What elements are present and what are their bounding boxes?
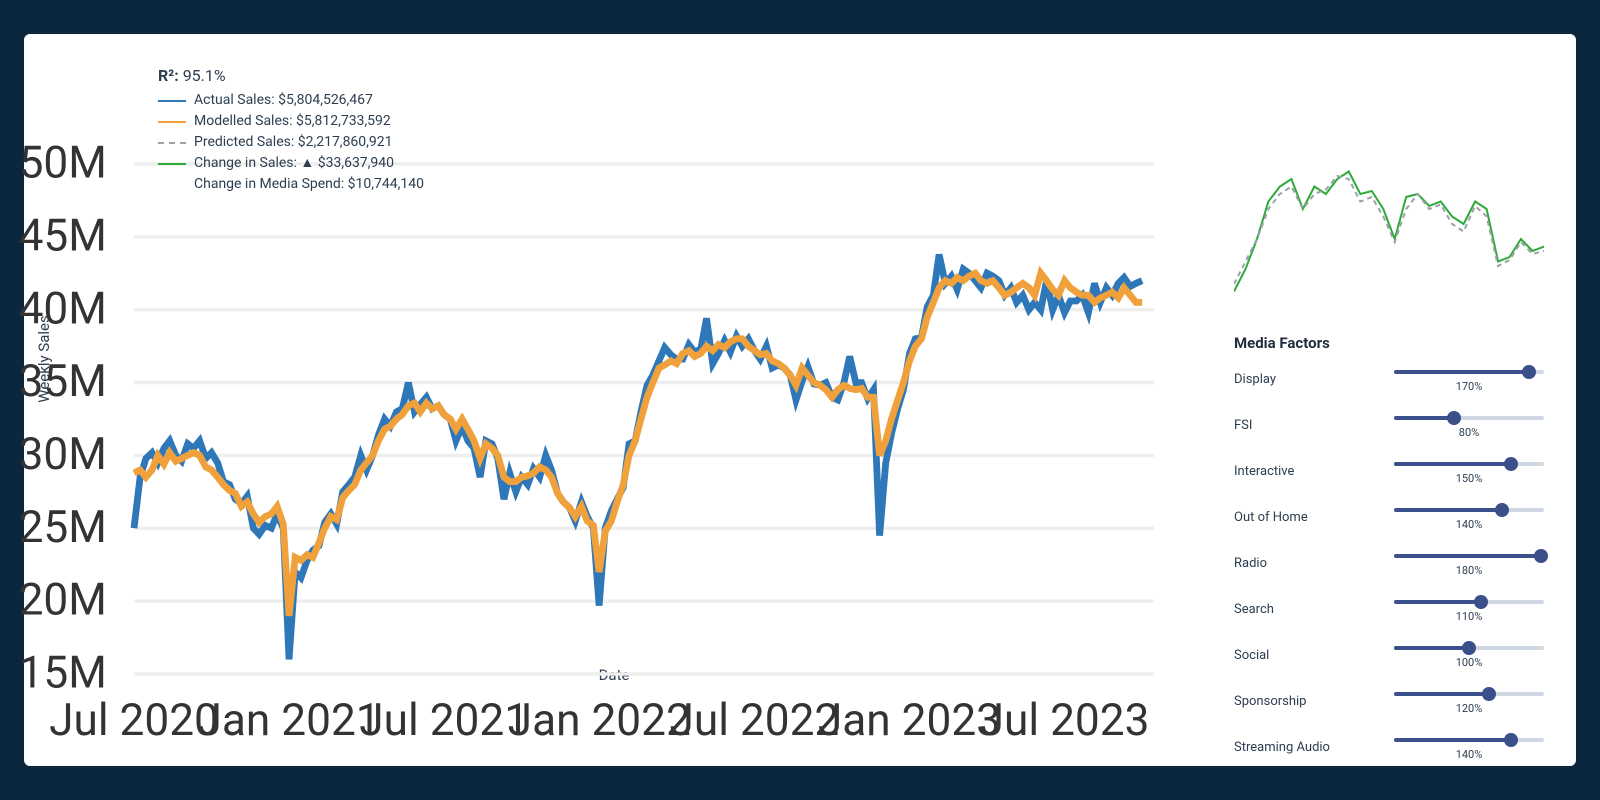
analytics-card: R²: 95.1% Actual Sales: $5,804,526,467 M…: [24, 34, 1576, 766]
media-factors-title: Media Factors: [1234, 334, 1544, 352]
factor-value: 180%: [1456, 564, 1483, 577]
factor-slider[interactable]: 170%: [1394, 370, 1544, 374]
svg-text:Jul 2020: Jul 2020: [49, 694, 219, 746]
factor-label: Social: [1234, 646, 1344, 663]
factor-row-sponsorship: Sponsorship 120%: [1234, 692, 1544, 724]
svg-text:15M: 15M: [19, 647, 107, 699]
media-factors-panel: Media Factors Display 170% FSI 80% Interacti…: [1234, 334, 1544, 784]
legend-change-spend: Change in Media Spend: $10,744,140: [194, 174, 424, 195]
factor-row-radio: Radio 180%: [1234, 554, 1544, 586]
factor-value: 170%: [1456, 380, 1483, 393]
factor-row-fsi: FSI 80%: [1234, 416, 1544, 448]
factor-slider[interactable]: 110%: [1394, 600, 1544, 604]
svg-text:30M: 30M: [19, 428, 107, 480]
factor-value: 120%: [1456, 702, 1483, 715]
legend-change-sales: Change in Sales: ▲ $33,637,940: [158, 153, 424, 174]
factor-row-interactive: Interactive 150%: [1234, 462, 1544, 494]
svg-text:40M: 40M: [19, 282, 107, 334]
legend-swatch-actual: [158, 100, 186, 102]
factor-slider[interactable]: 140%: [1394, 738, 1544, 742]
factor-label: Sponsorship: [1234, 692, 1344, 709]
svg-text:Jul 2021: Jul 2021: [359, 694, 529, 746]
factor-label: Display: [1234, 370, 1344, 387]
factor-slider[interactable]: 120%: [1394, 692, 1544, 696]
factor-row-streaming-audio: Streaming Audio 140%: [1234, 738, 1544, 770]
svg-text:50M: 50M: [19, 137, 107, 189]
mini-chart: [1234, 164, 1544, 314]
legend-swatch-change: [158, 163, 186, 165]
factor-label: Search: [1234, 600, 1344, 617]
legend-predicted: Predicted Sales: $2,217,860,921: [158, 132, 424, 153]
factor-label: Out of Home: [1234, 508, 1344, 525]
svg-text:25M: 25M: [19, 501, 107, 553]
legend-swatch-modelled: [158, 121, 186, 123]
factor-row-out-of-home: Out of Home 140%: [1234, 508, 1544, 540]
svg-text:Jan 2022: Jan 2022: [508, 694, 691, 746]
factor-label: Interactive: [1234, 462, 1344, 479]
svg-text:45M: 45M: [19, 209, 107, 261]
factor-row-search: Search 110%: [1234, 600, 1544, 632]
svg-text:35M: 35M: [19, 355, 107, 407]
chart-legend: R²: 95.1% Actual Sales: $5,804,526,467 M…: [158, 64, 424, 195]
legend-swatch-predicted: [158, 142, 186, 144]
factor-label: Radio: [1234, 554, 1344, 571]
svg-text:Jul 2023: Jul 2023: [980, 694, 1150, 746]
r2-readout: R²: 95.1%: [158, 64, 424, 88]
factor-value: 110%: [1456, 610, 1483, 623]
main-plot-svg: 15M20M25M30M35M40M45M50MJul 2020Jan 2021…: [134, 164, 1154, 674]
factor-value: 150%: [1456, 472, 1483, 485]
factor-value: 140%: [1456, 518, 1483, 531]
svg-text:Jul 2022: Jul 2022: [669, 694, 839, 746]
media-factors-list: Display 170% FSI 80% Interactive 150% Out of H…: [1234, 370, 1544, 770]
factor-slider[interactable]: 100%: [1394, 646, 1544, 650]
factor-label: FSI: [1234, 416, 1344, 433]
factor-label: Streaming Audio: [1234, 738, 1344, 755]
legend-modelled: Modelled Sales: $5,812,733,592: [158, 111, 424, 132]
legend-actual: Actual Sales: $5,804,526,467: [158, 90, 424, 111]
svg-text:20M: 20M: [19, 574, 107, 626]
factor-value: 100%: [1456, 656, 1483, 669]
svg-text:Jan 2021: Jan 2021: [198, 694, 381, 746]
factor-slider[interactable]: 140%: [1394, 508, 1544, 512]
factor-value: 140%: [1456, 748, 1483, 761]
factor-row-social: Social 100%: [1234, 646, 1544, 678]
factor-slider[interactable]: 80%: [1394, 416, 1544, 420]
factor-slider[interactable]: 150%: [1394, 462, 1544, 466]
factor-row-display: Display 170%: [1234, 370, 1544, 402]
factor-value: 80%: [1459, 426, 1479, 439]
factor-slider[interactable]: 180%: [1394, 554, 1544, 558]
svg-text:Jan 2023: Jan 2023: [818, 694, 1001, 746]
